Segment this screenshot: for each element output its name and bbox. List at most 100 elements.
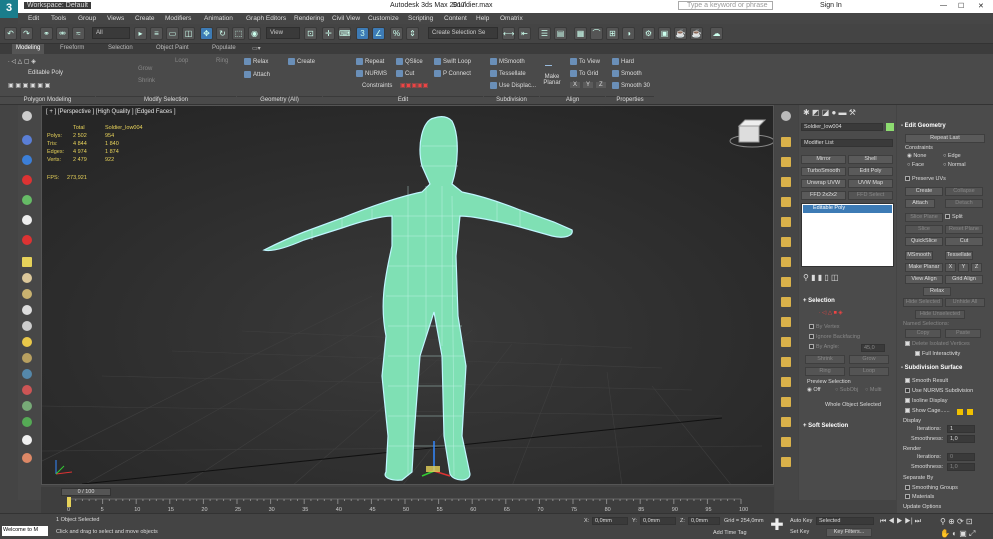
mirror-icon[interactable]: ⟷	[502, 27, 515, 40]
make-planar-button[interactable]: Make Planar	[905, 263, 943, 272]
preview-subobj-radio[interactable]: ○ SubObj	[835, 387, 858, 393]
spacewarp-icon[interactable]	[22, 401, 32, 411]
create-button[interactable]: Create	[905, 187, 943, 196]
viewport-navigation-icons[interactable]: ⚲ ⊕ ⟳ ⊡	[940, 517, 973, 526]
quickslice-button[interactable]: QuickSlice	[905, 237, 943, 246]
modifier-shortcut-icon[interactable]	[781, 237, 791, 247]
smoothness-spinner[interactable]: 1,0	[947, 435, 975, 443]
subdivision-surface-title[interactable]: - Subdivision Surface	[901, 365, 962, 371]
object-color-swatch[interactable]	[886, 123, 894, 131]
shrink-button[interactable]: Shrink	[138, 78, 155, 84]
graphite-ribbon-icon[interactable]: ▦	[574, 27, 587, 40]
tessellate-button[interactable]: Tessellate	[490, 70, 526, 77]
slice-plane-button[interactable]: Slice Plane	[905, 213, 943, 222]
relax-button[interactable]: Relax	[244, 58, 268, 65]
ignore-backfacing-checkbox[interactable]: Ignore Backfacing	[809, 334, 860, 340]
scene-explorer-icon[interactable]: ▤	[554, 27, 567, 40]
select-scale-icon[interactable]: ⬚	[232, 27, 245, 40]
use-nurms-checkbox[interactable]: Use NURMS Subdivision	[905, 388, 973, 394]
ring-sel-button[interactable]: Ring	[805, 367, 845, 376]
select-move-icon[interactable]: ✥	[200, 27, 213, 40]
angle-spinner[interactable]: 45,0	[861, 344, 885, 352]
constraint-face-radio[interactable]: ○ Face	[907, 162, 924, 168]
menu-group[interactable]: Group	[78, 15, 96, 22]
max-logo[interactable]: 3	[0, 0, 18, 18]
command-panel-tab-icons[interactable]: ✱ ◩ ◪ ● ▬ ⚒	[803, 108, 856, 117]
tessellate-button[interactable]: Tessellate	[945, 251, 973, 260]
modifier-shortcut-icon[interactable]	[781, 277, 791, 287]
ffd-2x2x2-button[interactable]: FFD 2x2x2	[801, 191, 846, 200]
key-filters-button[interactable]: Key Filters...	[826, 528, 872, 537]
rect-selection-icon[interactable]: ▭	[166, 27, 179, 40]
edit-poly-button[interactable]: Edit Poly	[848, 167, 893, 176]
ring-button[interactable]: Ring	[216, 58, 228, 64]
keyboard-shortcut-icon[interactable]: ⌨	[338, 27, 351, 40]
geosphere-icon[interactable]	[22, 337, 32, 347]
uvw-map-button[interactable]: UVW Map	[848, 179, 893, 188]
copy-button[interactable]: Copy	[905, 329, 941, 338]
modifier-shortcut-icon[interactable]	[781, 357, 791, 367]
to-grid-button[interactable]: To Grid	[570, 70, 598, 77]
smooth30-button[interactable]: Smooth 30	[612, 82, 650, 89]
tab-freeform[interactable]: Freeform	[60, 45, 84, 51]
msmooth-button[interactable]: MSmooth	[905, 251, 933, 260]
light-icon[interactable]	[22, 215, 32, 225]
modifier-shortcut-icon[interactable]	[781, 417, 791, 427]
detach-button[interactable]: Detach	[945, 199, 983, 208]
create-button[interactable]: Create	[288, 58, 315, 65]
qslice-button[interactable]: QSlice	[396, 58, 423, 65]
spinner-snap-icon[interactable]: ⇕	[406, 27, 419, 40]
bind-spacewarp-icon[interactable]: ≈	[72, 27, 85, 40]
loop-button[interactable]: Loop	[175, 58, 188, 64]
create-tab-icon[interactable]	[781, 111, 791, 121]
tab-selection[interactable]: Selection	[108, 45, 133, 51]
perspective-viewport[interactable]: [ + ] [Perspective ] [High Quality ] [Ed…	[41, 105, 774, 485]
percent-snap-icon[interactable]: %	[390, 27, 403, 40]
by-vertex-checkbox[interactable]: By Vertex	[809, 324, 840, 330]
menu-edit[interactable]: Edit	[28, 15, 39, 22]
schematic-view-icon[interactable]: ⊞	[606, 27, 619, 40]
close-icon[interactable]: ✕	[978, 2, 984, 10]
collapse-button[interactable]: Collapse	[945, 187, 983, 196]
smoothing-groups-checkbox[interactable]: Smoothing Groups	[905, 485, 958, 491]
snaps-toggle-icon[interactable]: 3	[356, 27, 369, 40]
modifier-icon[interactable]	[22, 135, 32, 145]
delete-isolated-checkbox[interactable]: Delete Isolated Vertices	[905, 341, 970, 347]
menu-civil-view[interactable]: Civil View	[332, 15, 360, 22]
particles-icon[interactable]	[22, 369, 32, 379]
torus-icon[interactable]	[22, 305, 32, 315]
render-iterative-icon[interactable]: ☕	[690, 27, 703, 40]
window-crossing-icon[interactable]: ◫	[182, 27, 195, 40]
select-manipulate-icon[interactable]: ✛	[322, 27, 335, 40]
modify-selection-footer[interactable]: Modify Selection	[96, 96, 236, 105]
layer-explorer-icon[interactable]: ☰	[538, 27, 551, 40]
snowflake-icon[interactable]	[22, 435, 32, 445]
by-angle-checkbox[interactable]: By Angle:	[809, 344, 839, 350]
render-setup-icon[interactable]: ⚙	[642, 27, 655, 40]
tab-object-paint[interactable]: Object Paint	[156, 45, 189, 51]
time-slider[interactable]: 0 / 100	[61, 488, 111, 496]
repeat-last-button[interactable]: Repeat Last	[905, 134, 985, 143]
hard-button[interactable]: Hard	[612, 58, 634, 65]
grow-button[interactable]: Grow	[138, 66, 152, 72]
key-mode-dropdown[interactable]: Selected	[816, 517, 874, 525]
align-icon[interactable]: ⇤	[518, 27, 531, 40]
nurms-button[interactable]: NURMS	[356, 70, 387, 77]
minimize-icon[interactable]: —	[940, 2, 947, 9]
cone-icon[interactable]	[22, 321, 32, 331]
modifier-shortcut-icon[interactable]	[781, 197, 791, 207]
menu-scripting[interactable]: Scripting	[408, 15, 433, 22]
teapot-icon[interactable]	[22, 111, 32, 121]
split-checkbox[interactable]: Split	[945, 214, 963, 220]
modifier-shortcut-icon[interactable]	[781, 157, 791, 167]
reference-coord-dropdown[interactable]: View	[266, 27, 300, 39]
material-editor-icon[interactable]: ◑	[622, 27, 635, 40]
undo-icon[interactable]: ↶	[4, 27, 17, 40]
shrink-sel-button[interactable]: Shrink	[805, 355, 845, 364]
make-planar-icon[interactable]: ⎯	[545, 56, 552, 73]
subobject-level-icons[interactable]: ∙ ◁ △ ■ ◈	[819, 310, 843, 316]
timeline-ruler[interactable]: 0 5 10 15 20 25 30 35 40 45 50 55 60 65 70 75 80 85 90 95 10…	[41, 497, 774, 513]
playback-controls[interactable]: ⏮ ◀ ▶ ▶| ⏭	[880, 518, 921, 526]
soft-selection-rollout-title[interactable]: + Soft Selection	[803, 423, 848, 429]
place-icon[interactable]: ◉	[248, 27, 261, 40]
